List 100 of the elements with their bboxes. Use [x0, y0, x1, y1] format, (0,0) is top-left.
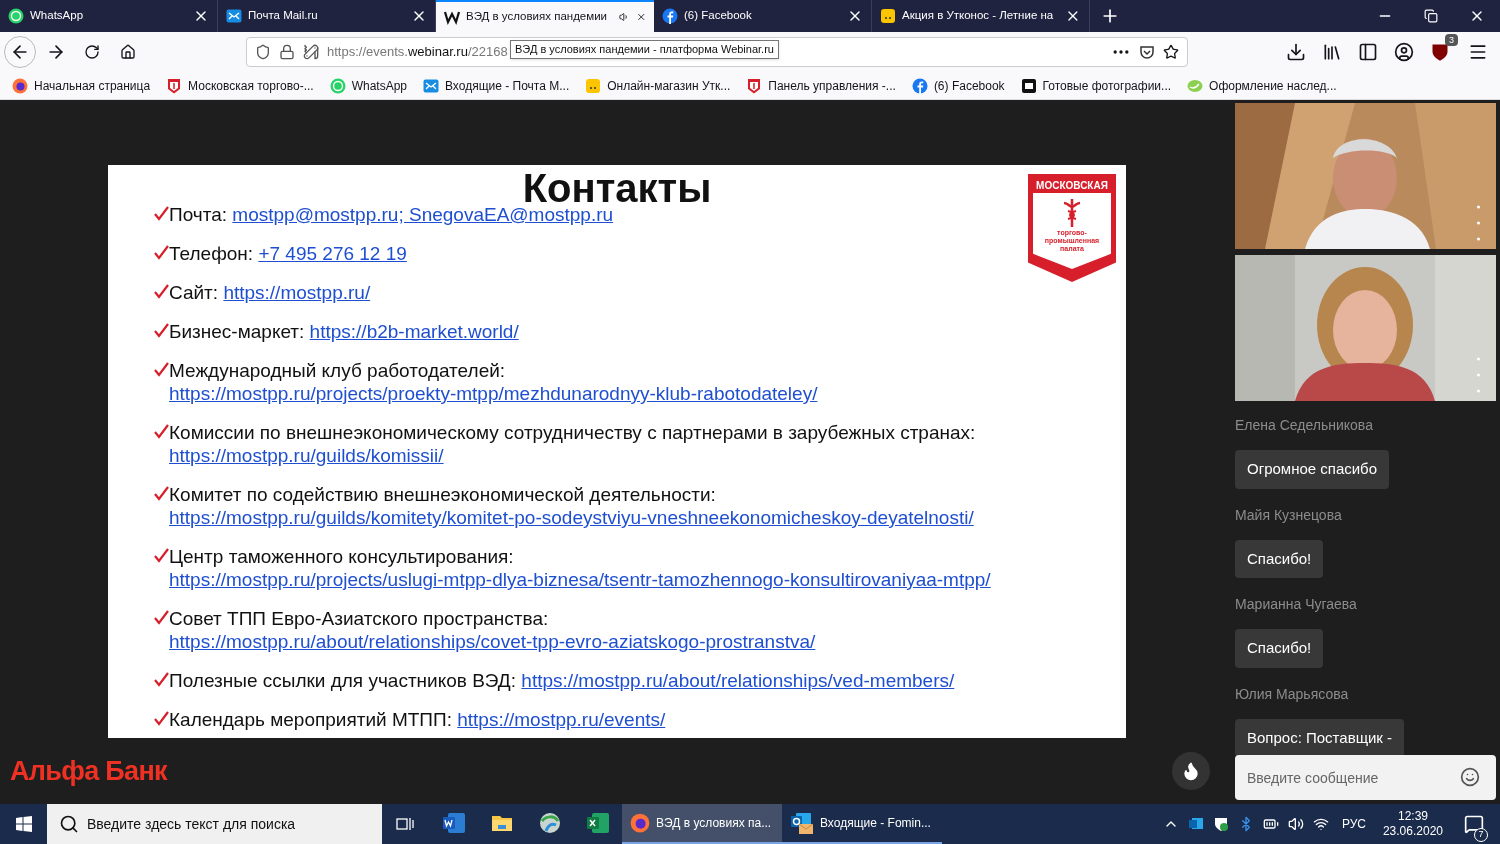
link[interactable]: https://b2b-market.world/: [309, 321, 519, 342]
emoji-icon[interactable]: [1460, 767, 1480, 787]
taskbar-window[interactable]: ВЭД в условиях па...: [622, 804, 782, 844]
chat-bubble-icon: [8, 8, 24, 24]
shield-icon[interactable]: [255, 44, 271, 60]
library-icon[interactable]: [1322, 42, 1342, 62]
lock-icon[interactable]: [279, 44, 295, 60]
facebook-icon: [911, 77, 928, 94]
contact-line: Календарь мероприятий МТПП: https://mostpp.ru/events/: [169, 708, 667, 731]
download-icon[interactable]: [1286, 42, 1306, 62]
contact-line: Сайт: https://mostpp.ru/: [169, 281, 372, 304]
address-bar[interactable]: https://events.webinar.ru/22168 ВЭД в условиях пандемии - платформа Webinar.ru: [246, 37, 1188, 67]
extension-badge: 3: [1445, 34, 1458, 46]
shield-check-icon[interactable]: [1212, 816, 1229, 832]
link[interactable]: +7 495 276 12 19: [258, 243, 407, 264]
contact-line: Телефон: +7 495 276 12 19: [169, 242, 408, 265]
search-field[interactable]: Введите здесь текст для поиска: [47, 804, 382, 844]
envelope-icon: [226, 8, 242, 24]
tab-title: (6) Facebook: [684, 8, 752, 24]
leaf-icon: [1187, 77, 1204, 94]
bookmark[interactable]: Панель управления -...: [746, 76, 896, 95]
smiley-square-icon: [585, 77, 602, 94]
check-icon: [154, 362, 169, 377]
check-icon: [154, 323, 169, 338]
check-icon: [154, 672, 169, 687]
bookmark[interactable]: WhatsApp: [329, 76, 407, 95]
author-name: Марианна Чугаева: [1235, 595, 1357, 614]
contact-line: Центр таможенного консультирования: https://mostpp.ru/projects/uslugi-mtpp-dlya-biznesa/tsentr-tamozhennogo-konsultirovaniyaa-mtpp/: [169, 545, 992, 591]
notification-count: 7: [1474, 828, 1488, 842]
wifi-icon[interactable]: [1312, 816, 1329, 832]
bookmark[interactable]: Входящие - Почта М...: [423, 76, 570, 95]
bookmark[interactable]: Оформление наслед...: [1187, 76, 1337, 95]
chat-bubble-icon: [329, 77, 346, 94]
link[interactable]: https://mostpp.ru/: [223, 282, 371, 303]
author-name: Юлия Марьясова: [1235, 684, 1349, 704]
chat-message: Вопрос: Поставщик -: [1235, 718, 1405, 757]
w-letter-icon: [444, 9, 460, 25]
pocket-icon[interactable]: [1139, 44, 1155, 60]
tab-title: WhatsApp: [30, 8, 84, 24]
bookmark[interactable]: (6) Facebook: [911, 76, 1005, 95]
author-name: Майя Кузнецова: [1235, 505, 1342, 525]
bookmark[interactable]: Начальная страница: [12, 76, 151, 95]
check-icon: [154, 610, 169, 625]
link[interactable]: https://mostpp.ru/about/relationships/covet-tpp-evro-aziatskogo-prostranstva/: [169, 631, 816, 652]
taskbar-window[interactable]: Входящие - Fomin...: [782, 804, 942, 844]
contact-line: Комитет по содействию внешнеэкономической деятельности: https://mostpp.ru/guilds/komitety/komitet-po-sodeystviyu-vneshneekonomicheskoy-deyatelnosti/: [169, 483, 975, 529]
check-icon: [154, 424, 169, 439]
tooltip: ВЭД в условиях пандемии - платформа Webinar.ru: [510, 40, 779, 59]
clock[interactable]: 12:39 23.06.2020: [1378, 809, 1447, 839]
contact-line: Комиссии по внешнеэкономическому сотрудничеству с партнерами в зарубежных странах: https://mostpp.ru/guilds/komissii/: [169, 421, 977, 467]
firefox-icon: [630, 813, 650, 833]
battery-icon[interactable]: [1262, 816, 1279, 832]
link[interactable]: https://mostpp.ru/projects/uslugi-mtpp-dlya-biznesa/tsentr-tamozhennogo-konsultirovaniyaa-mtpp/: [169, 569, 991, 590]
reload-icon[interactable]: [84, 44, 100, 60]
check-icon: [154, 245, 169, 260]
check-icon: [154, 548, 169, 563]
shield-emblem-icon: [166, 77, 183, 94]
envelope-icon: [423, 77, 439, 94]
windows-logo-icon: [15, 816, 32, 832]
outlook-icon[interactable]: [1187, 816, 1204, 832]
check-icon: [154, 486, 169, 501]
check-icon: [154, 711, 169, 726]
link[interactable]: https://mostpp.ru/guilds/komissii/: [169, 445, 444, 466]
browser-tab[interactable]: ВЭД в условиях пандемии: [436, 0, 654, 32]
link[interactable]: https://mostpp.ru/about/relationships/ved-members/: [521, 670, 955, 691]
square-logo-icon: [1020, 77, 1037, 94]
task-view-icon[interactable]: [396, 816, 416, 832]
contact-line: Полезные ссылки для участников ВЭД: https://mostpp.ru/about/relationships/ved-members/: [169, 669, 956, 692]
volume-icon[interactable]: [1287, 816, 1304, 832]
contact-line: Международный клуб работодателей: https://mostpp.ru/projects/proekty-mtpp/mezhdunarodnyy-klub-rabotodateley/: [169, 359, 819, 405]
restore-icon[interactable]: [1424, 9, 1438, 23]
sidebar-icon[interactable]: [1358, 42, 1378, 62]
reaction-button[interactable]: [1172, 752, 1210, 790]
home-icon[interactable]: [120, 44, 136, 60]
word-icon: [442, 811, 466, 835]
facebook-icon: [662, 8, 678, 24]
account-icon[interactable]: [1394, 42, 1414, 62]
check-icon: [154, 284, 169, 299]
shield-emblem-icon: [746, 77, 763, 94]
menu-icon[interactable]: [1468, 42, 1488, 62]
language-indicator[interactable]: РУС: [1337, 815, 1370, 833]
message-field[interactable]: Введите сообщение: [1235, 755, 1496, 800]
excel-icon: [586, 811, 610, 835]
url-text: https://events.webinar.ru/22168: [327, 43, 508, 62]
bookmark[interactable]: Онлайн-магазин Утк...: [585, 76, 731, 95]
smiley-square-icon: [880, 8, 896, 24]
chat-message: Спасибо!: [1235, 629, 1324, 668]
bookmark[interactable]: Московская торгово-...: [166, 76, 314, 95]
bookmark[interactable]: Готовые фотографии...: [1020, 76, 1172, 95]
link[interactable]: https://mostpp.ru/guilds/komitety/komitet-po-sodeystviyu-vneshneekonomicheskoy-deyatelnosti/: [169, 507, 974, 528]
outlook-icon: [790, 811, 814, 835]
check-icon: [154, 206, 169, 221]
tab-title: Акция в Утконос - Летние на: [902, 8, 1054, 24]
chat-message: Спасибо!: [1235, 539, 1324, 578]
link[interactable]: https://mostpp.ru/events/: [457, 709, 666, 730]
link[interactable]: https://mostpp.ru/projects/proekty-mtpp/mezhdunarodnyy-klub-rabotodateley/: [169, 383, 818, 404]
shield-extension-icon[interactable]: [1430, 42, 1450, 62]
chat-message: Огромное спасибо: [1235, 450, 1390, 489]
bookmark-star-icon[interactable]: [1163, 44, 1179, 60]
author-name: Елена Седельникова: [1235, 416, 1373, 435]
